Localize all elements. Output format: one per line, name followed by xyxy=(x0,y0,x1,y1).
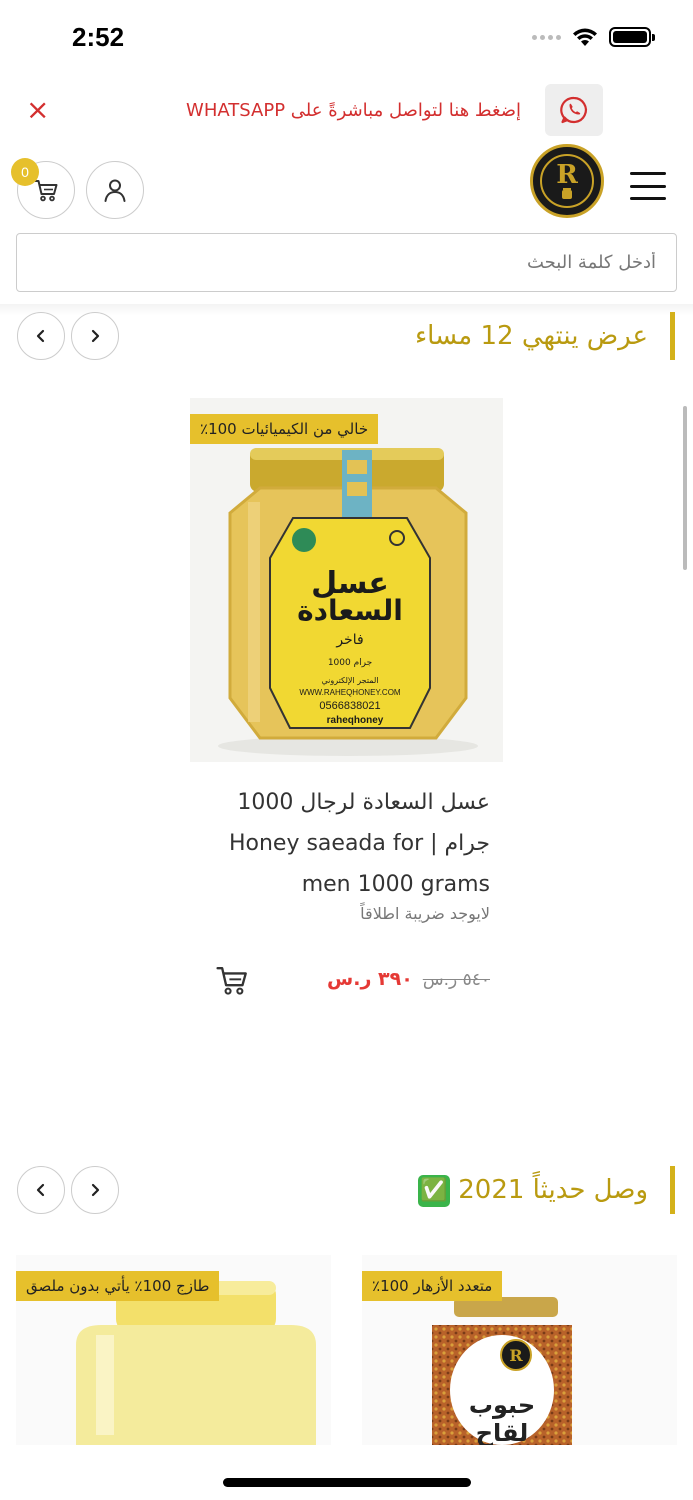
status-icons xyxy=(532,26,655,48)
status-bar: 2:52 xyxy=(0,0,693,80)
section-title: عرض ينتهي 12 مساء xyxy=(415,312,675,360)
jar-label-name: السعادة xyxy=(297,594,403,627)
whatsapp-button[interactable] xyxy=(545,84,603,136)
whatsapp-banner[interactable]: × إضغط هنا لتواصل مباشرةً على WHATSAPP xyxy=(0,84,693,138)
wifi-icon xyxy=(573,28,597,46)
product-card-pollen[interactable]: R حبوب لقاح متعدد الأزهار 100٪ xyxy=(362,1255,677,1445)
app-header: 0 R xyxy=(0,142,693,232)
cart-icon xyxy=(216,967,247,995)
cart-count-badge: 0 xyxy=(11,158,39,186)
status-time: 2:52 xyxy=(72,22,125,52)
product-title[interactable]: عسل السعادة لرجال 1000 جرام | Honey saea… xyxy=(190,782,490,905)
store-logo[interactable]: R xyxy=(530,144,604,218)
close-banner-button[interactable]: × xyxy=(26,94,49,126)
chevron-left-icon xyxy=(36,1183,45,1197)
product-badge: طازج 100٪ يأتي بدون ملصق xyxy=(16,1271,220,1301)
product-badge: خالي من الكيميائيات 100٪ xyxy=(190,414,379,444)
jar-label-site: WWW.RAHEQHONEY.COM xyxy=(299,688,401,697)
user-icon xyxy=(104,179,126,202)
jar-label-phone: 0566838021 xyxy=(319,700,380,712)
honey-jar-image: عسل السعادة فاخر 1000 جرام المتجر الإلكت… xyxy=(190,398,503,762)
home-indicator[interactable] xyxy=(223,1478,471,1487)
search-field[interactable] xyxy=(16,233,677,292)
section-header-new-arrivals: وصل حديثاً 2021 ✅ xyxy=(0,1166,693,1222)
pollen-jar-label-2: لقاح xyxy=(476,1419,529,1445)
honey-jar-icon xyxy=(562,188,572,199)
account-button[interactable] xyxy=(86,161,144,219)
product-price: ٥٤٠ ر.س ٣٩٠ ر.س xyxy=(327,968,490,990)
jar-label-weight: 1000 جرام xyxy=(328,658,372,668)
cellular-signal-icon xyxy=(532,34,561,40)
pollen-jar-label: حبوب xyxy=(469,1391,535,1419)
chevron-right-icon xyxy=(91,329,100,343)
chevron-left-icon xyxy=(36,329,45,343)
sale-price: ٣٩٠ ر.س xyxy=(327,968,413,990)
jar-label-store: المتجر الإلكتروني xyxy=(321,676,378,686)
whatsapp-banner-text[interactable]: إضغط هنا لتواصل مباشرةً على WHATSAPP xyxy=(186,100,521,121)
pollen-logo-letter: R xyxy=(509,1346,523,1365)
section-title-text: وصل حديثاً 2021 xyxy=(458,1175,648,1205)
logo-letter: R xyxy=(556,160,578,190)
section-header-offer: عرض ينتهي 12 مساء xyxy=(0,312,693,368)
whatsapp-icon xyxy=(560,96,587,124)
scrollbar[interactable] xyxy=(683,406,687,570)
old-price: ٥٤٠ ر.س xyxy=(422,970,490,990)
battery-icon xyxy=(609,27,655,47)
carousel-prev-button[interactable] xyxy=(17,1166,65,1214)
search-input[interactable] xyxy=(17,234,676,291)
add-to-cart-button[interactable] xyxy=(212,960,252,1000)
menu-icon[interactable] xyxy=(630,172,666,200)
cart-icon xyxy=(34,180,58,202)
jar-label-sub: فاخر xyxy=(335,632,363,648)
carousel-prev-button[interactable] xyxy=(17,312,65,360)
section-title: وصل حديثاً 2021 ✅ xyxy=(417,1166,675,1214)
product-badge: متعدد الأزهار 100٪ xyxy=(362,1271,503,1301)
chevron-right-icon xyxy=(91,1183,100,1197)
product-image[interactable]: عسل السعادة فاخر 1000 جرام المتجر الإلكت… xyxy=(190,398,503,762)
check-mark-icon: ✅ xyxy=(417,1174,450,1207)
jar-label-handle: raheqhoney xyxy=(327,715,384,726)
carousel-next-button[interactable] xyxy=(71,1166,119,1214)
logo-emblem: R xyxy=(540,154,594,208)
product-tax-note: لايوجد ضريبة اطلاقاً xyxy=(360,904,490,923)
product-card-royal-jelly[interactable]: طازج 100٪ يأتي بدون ملصق xyxy=(16,1255,331,1445)
carousel-next-button[interactable] xyxy=(71,312,119,360)
